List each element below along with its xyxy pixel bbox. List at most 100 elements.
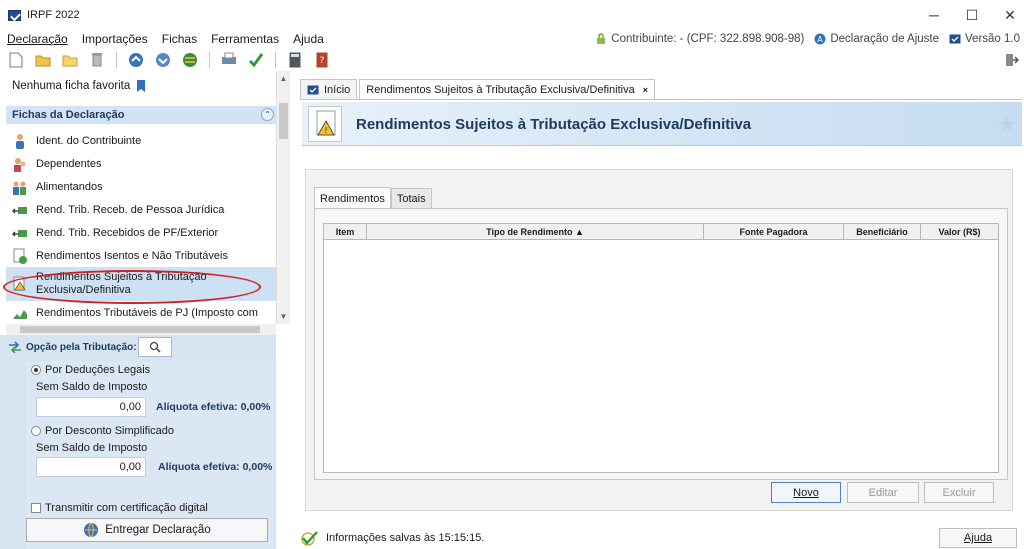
tab-divider xyxy=(300,99,1022,100)
app-icon xyxy=(8,9,21,21)
favorite-star-icon[interactable]: ★ xyxy=(998,112,1016,137)
trash-icon[interactable] xyxy=(89,52,105,68)
page-title: Rendimentos Sujeitos à Tributação Exclus… xyxy=(356,116,752,133)
opcao-tributacao-panel: Opção pela Tributação: Por Deduções Lega… xyxy=(0,335,276,549)
ficha-rend-pf-exterior[interactable]: Rend. Trib. Recebidos de PF/Exterior xyxy=(6,221,276,244)
simplificado-amount: 0,00 xyxy=(36,457,146,477)
scroll-up-icon[interactable]: ▲ xyxy=(277,71,290,85)
editar-button[interactable]: Editar xyxy=(847,482,919,503)
declaracao-label: Declaração de Ajuste xyxy=(830,33,940,46)
ficha-label: Dependentes xyxy=(36,157,102,170)
certificado-label: Transmitir com certificação digital xyxy=(45,502,208,514)
scroll-down-icon[interactable]: ▼ xyxy=(277,309,290,323)
table-header: Item Tipo de Rendimento ▲ Fonte Pagadora… xyxy=(324,224,998,240)
entregar-label: Entregar Declaração xyxy=(105,524,211,536)
tab-label: Rendimentos Sujeitos à Tributação Exclus… xyxy=(366,84,635,96)
receipt-icon[interactable] xyxy=(155,52,171,68)
contribuinte-label: Contribuinte: - (CPF: 322.898.908-98) xyxy=(611,33,805,46)
radio-deducoes-legais[interactable]: Por Deduções Legais xyxy=(31,364,150,376)
column-header-beneficiario[interactable]: Beneficiário xyxy=(844,224,921,240)
ficha-alimentandos[interactable]: Alimentandos xyxy=(6,175,276,198)
close-tab-icon[interactable]: × xyxy=(643,85,648,95)
help-book-icon[interactable]: ? xyxy=(314,52,330,68)
toolbar-separator xyxy=(116,51,117,68)
column-header-tipo[interactable]: Tipo de Rendimento ▲ xyxy=(367,224,704,240)
bookmark-icon[interactable] xyxy=(136,80,146,92)
tab-totais[interactable]: Totais xyxy=(390,188,432,209)
check-icon[interactable] xyxy=(248,52,264,68)
money-arrow-icon xyxy=(12,229,27,237)
ficha-label: Rendimentos Isentos e Não Tributáveis xyxy=(36,249,228,262)
status-bar: Informações salvas às 15:15:15. xyxy=(300,527,1024,549)
scroll-thumb[interactable] xyxy=(279,103,288,139)
menu-importacoes[interactable]: Importações xyxy=(75,32,155,46)
window-title: IRPF 2022 xyxy=(27,9,80,21)
exit-icon[interactable] xyxy=(1004,52,1020,68)
close-window-button[interactable]: ✕ xyxy=(990,0,1024,30)
collapse-icon[interactable]: ⌃ xyxy=(261,108,274,121)
ficha-rend-isentos[interactable]: Rendimentos Isentos e Não Tributáveis xyxy=(6,244,276,267)
status-message: Informações salvas às 15:15:15. xyxy=(326,532,485,544)
certificado-checkbox[interactable]: Transmitir com certificação digital xyxy=(31,502,208,514)
home-icon xyxy=(307,85,319,95)
new-document-icon[interactable] xyxy=(8,52,24,68)
checkbox-box[interactable] xyxy=(31,503,41,513)
column-header-valor[interactable]: Valor (R$) xyxy=(921,224,998,240)
tab-rend-exclusiva[interactable]: Rendimentos Sujeitos à Tributação Exclus… xyxy=(359,79,655,100)
menu-ajuda[interactable]: Ajuda xyxy=(286,32,331,46)
open-folder-icon[interactable] xyxy=(35,52,51,68)
column-header-fonte[interactable]: Fonte Pagadora xyxy=(704,224,844,240)
novo-button[interactable]: Novo xyxy=(771,482,841,503)
toolbar: ? xyxy=(0,49,1024,70)
print-icon[interactable] xyxy=(221,52,237,68)
calculator-icon[interactable] xyxy=(287,52,303,68)
radio-desconto-simplificado[interactable]: Por Desconto Simplificado xyxy=(31,425,174,437)
excluir-button[interactable]: Excluir xyxy=(924,482,994,503)
svg-text:?: ? xyxy=(320,56,325,66)
transmit-icon[interactable] xyxy=(128,52,144,68)
svg-text:A: A xyxy=(818,35,824,44)
menu-fichas[interactable]: Fichas xyxy=(155,32,204,46)
fichas-header[interactable]: Fichas da Declaração ⌃ xyxy=(6,106,276,124)
ficha-label: Rendimentos Tributáveis de PJ (Imposto c… xyxy=(36,306,258,319)
fichas-vertical-scrollbar[interactable]: ▲ ▼ xyxy=(276,71,290,324)
radio-dot[interactable] xyxy=(31,426,41,436)
declaracao-info: A Declaração de Ajuste xyxy=(814,33,939,45)
tab-inicio[interactable]: Início xyxy=(300,79,358,100)
rendimentos-table[interactable]: Item Tipo de Rendimento ▲ Fonte Pagadora… xyxy=(323,223,999,473)
svg-text:!: ! xyxy=(324,126,327,135)
ficha-dependentes[interactable]: Dependentes xyxy=(6,152,276,175)
opcao-search-button[interactable] xyxy=(138,337,172,357)
menu-declaracao[interactable]: Declaração xyxy=(0,32,75,46)
ajuda-button[interactable]: Ajuda xyxy=(939,528,1017,548)
entregar-declaracao-button[interactable]: Entregar Declaração xyxy=(26,518,268,542)
minimize-button[interactable]: ─ xyxy=(914,0,954,30)
dependents-icon xyxy=(14,157,26,172)
deducoes-aliquota: Alíquota efetiva: 0,00% xyxy=(156,401,271,413)
saved-check-icon xyxy=(301,531,318,546)
highlight-ellipse xyxy=(3,270,261,304)
opcao-label: Opção pela Tributação: xyxy=(26,341,137,353)
chart-icon xyxy=(13,309,27,319)
tab-rendimentos[interactable]: Rendimentos xyxy=(314,187,391,209)
radio-dot[interactable] xyxy=(31,365,41,375)
title-bar: IRPF 2022 ─ ☐ ✕ xyxy=(0,0,1024,30)
scroll-thumb[interactable] xyxy=(20,326,260,333)
fichas-horizontal-scrollbar[interactable] xyxy=(6,324,276,335)
ficha-rend-pj[interactable]: Rend. Trib. Receb. de Pessoa Jurídica xyxy=(6,198,276,221)
inner-tabs: Rendimentos Totais xyxy=(314,187,432,209)
ficha-ident-contribuinte[interactable]: Ident. do Contribuinte xyxy=(6,129,276,152)
favorites-label: Nenhuma ficha favorita xyxy=(12,80,131,92)
ficha-label: Rend. Trib. Recebidos de PF/Exterior xyxy=(36,226,219,239)
ficha-label: Rend. Trib. Receb. de Pessoa Jurídica xyxy=(36,203,225,216)
column-header-item[interactable]: Item xyxy=(324,224,367,240)
maximize-button[interactable]: ☐ xyxy=(952,0,992,30)
simplificado-sublabel: Sem Saldo de Imposto xyxy=(36,442,148,454)
menu-ferramentas[interactable]: Ferramentas xyxy=(204,32,286,46)
globe-icon[interactable] xyxy=(182,52,198,68)
folder-icon[interactable] xyxy=(62,52,78,68)
search-icon xyxy=(149,341,161,353)
toolbar-separator xyxy=(209,51,210,68)
lock-icon xyxy=(597,33,606,44)
ficha-rend-trib-pj[interactable]: Rendimentos Tributáveis de PJ (Imposto c… xyxy=(6,301,276,324)
